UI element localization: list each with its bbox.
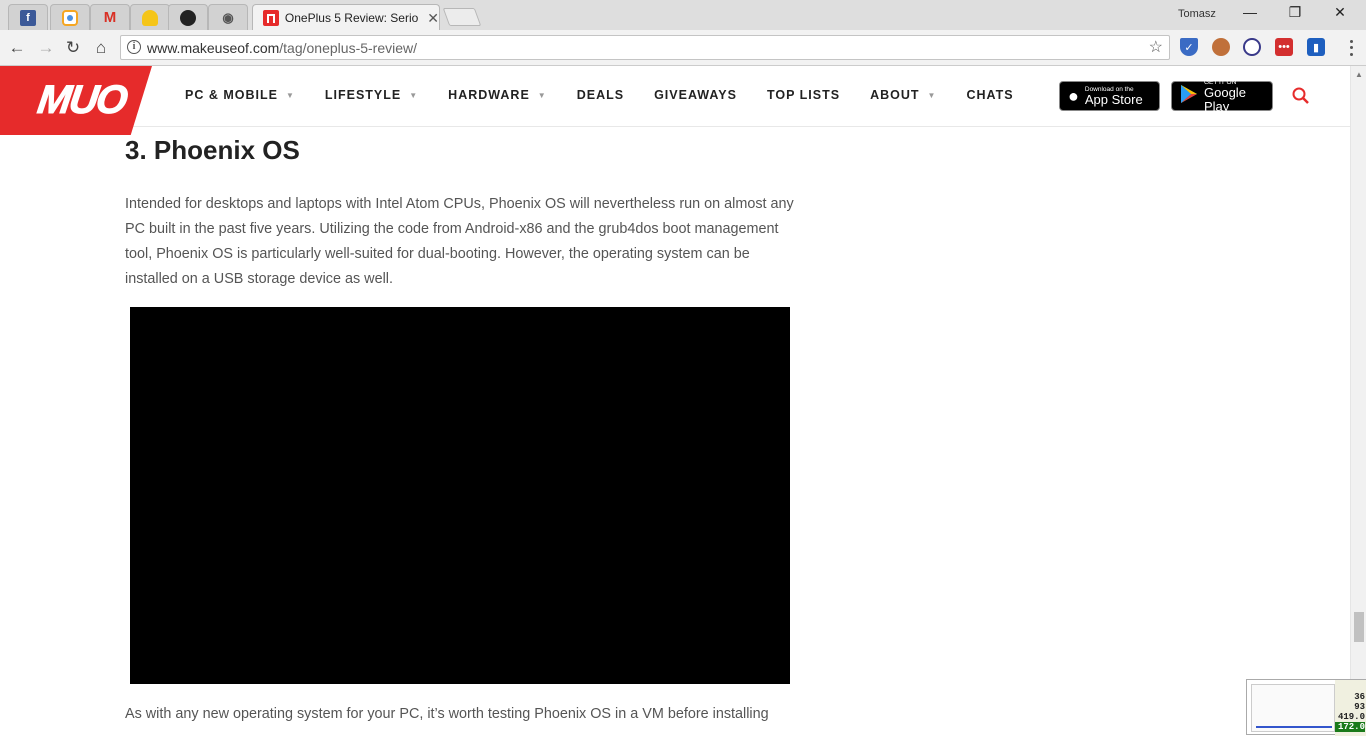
chevron-down-icon: ▼ — [409, 90, 419, 100]
scroll-up-icon[interactable]: ▲ — [1355, 70, 1363, 79]
feed-icon — [62, 9, 78, 26]
apple-icon: ● — [1068, 85, 1079, 106]
active-tab-title: OnePlus 5 Review: Seriou — [284, 11, 420, 25]
back-icon[interactable]: ← — [7, 38, 27, 58]
reload-icon[interactable]: ↻ — [63, 38, 83, 58]
nav-giveaways[interactable]: GIVEAWAYS — [654, 88, 737, 102]
eye-icon: ◉ — [222, 9, 234, 25]
pinned-tab-keep[interactable] — [130, 4, 170, 30]
bookmark-extension-icon[interactable]: ▮ — [1307, 38, 1325, 56]
system-monitor-widget: 36 93 419.0 172.0 — [1246, 679, 1366, 736]
logo-text: MUO — [34, 78, 129, 123]
muo-logo[interactable]: MUO — [0, 66, 152, 135]
monitor-value: 93 — [1354, 702, 1365, 712]
nav-lifestyle[interactable]: LIFESTYLE ▼ — [325, 88, 418, 102]
article-paragraph: Intended for desktops and laptops with I… — [125, 196, 794, 287]
monitor-values: 36 93 419.0 172.0 — [1335, 680, 1366, 736]
keep-icon — [142, 9, 158, 26]
facebook-icon: f — [20, 9, 36, 26]
cookie-extension-icon[interactable] — [1212, 38, 1230, 56]
nav-deals[interactable]: DEALS — [577, 88, 624, 102]
monitor-value: 172.0 — [1335, 722, 1365, 732]
monitor-value: 36 — [1354, 692, 1365, 702]
pinned-tab-eye[interactable]: ◉ — [208, 4, 248, 30]
nav-top-lists[interactable]: TOP LISTS — [767, 88, 840, 102]
muo-favicon-icon — [263, 10, 279, 26]
article-paragraph-2: As with any new operating system for you… — [125, 706, 769, 722]
close-window-icon[interactable]: ✕ — [1330, 4, 1350, 21]
shield-extension-icon[interactable]: ✓ — [1180, 38, 1198, 56]
embedded-video[interactable] — [130, 307, 790, 684]
play-store-icon — [1180, 84, 1198, 109]
main-nav: PC & MOBILE ▼ LIFESTYLE ▼ HARDWARE ▼ DEALS … — [185, 88, 1044, 102]
nav-about[interactable]: ABOUT ▼ — [870, 88, 936, 102]
google-play-big-text: Google Play — [1204, 84, 1246, 114]
monitor-value: 419.0 — [1337, 712, 1365, 722]
chevron-down-icon: ▼ — [285, 90, 295, 100]
scroll-thumb[interactable] — [1354, 612, 1364, 642]
pinned-tab-gmail[interactable]: M — [90, 4, 130, 30]
app-store-big-text: App Store — [1084, 91, 1143, 107]
github-icon — [180, 9, 196, 26]
restore-icon[interactable]: ❐ — [1285, 4, 1305, 21]
pinned-tab-github[interactable] — [168, 4, 208, 30]
url-text[interactable]: www.makeuseof.com/tag/oneplus-5-review/ — [147, 40, 417, 56]
profile-name[interactable]: Tomasz — [1178, 8, 1216, 20]
chrome-menu-icon[interactable] — [1344, 38, 1358, 58]
nav-chats[interactable]: CHATS — [966, 88, 1013, 102]
active-tab[interactable]: OnePlus 5 Review: Seriou ✕ — [252, 4, 440, 31]
section-heading: 3. Phoenix OS — [125, 135, 300, 165]
close-tab-icon[interactable]: ✕ — [427, 10, 439, 27]
minimize-icon[interactable]: — — [1240, 4, 1260, 20]
nav-pc-mobile[interactable]: PC & MOBILE ▼ — [185, 88, 295, 102]
new-tab-button[interactable] — [442, 8, 482, 26]
google-play-button[interactable]: GET IT ON Google Play — [1171, 79, 1273, 114]
lastpass-extension-icon[interactable]: ••• — [1275, 38, 1293, 56]
address-bar[interactable]: i www.makeuseof.com/tag/oneplus-5-review… — [120, 35, 1170, 60]
chevron-down-icon: ▼ — [927, 90, 937, 100]
bookmark-star-icon[interactable]: ☆ — [1149, 37, 1163, 57]
app-store-button[interactable]: ● Download on the App Store — [1059, 81, 1160, 111]
home-icon[interactable]: ⌂ — [91, 38, 111, 58]
site-header: MUO PC & MOBILE ▼ LIFESTYLE ▼ HARDWARE ▼ DE… — [0, 66, 1350, 135]
pinned-tab-feed[interactable] — [50, 4, 90, 30]
gmail-icon: M — [103, 9, 117, 26]
site-info-icon[interactable]: i — [127, 40, 141, 54]
forward-icon[interactable]: → — [36, 38, 56, 58]
block-extension-icon[interactable] — [1243, 38, 1261, 56]
search-icon[interactable] — [1292, 87, 1309, 104]
tab-strip: f M ◉ OnePlus 5 Review: Seriou ✕ Tomasz … — [0, 0, 1366, 31]
monitor-graph — [1251, 684, 1335, 732]
pinned-tab-facebook[interactable]: f — [8, 4, 48, 30]
chevron-down-icon: ▼ — [537, 90, 547, 100]
browser-toolbar: ← → ↻ ⌂ i www.makeuseof.com/tag/oneplus-… — [0, 30, 1366, 90]
nav-hardware[interactable]: HARDWARE ▼ — [448, 88, 547, 102]
page-scrollbar[interactable]: ▲ — [1350, 66, 1366, 735]
